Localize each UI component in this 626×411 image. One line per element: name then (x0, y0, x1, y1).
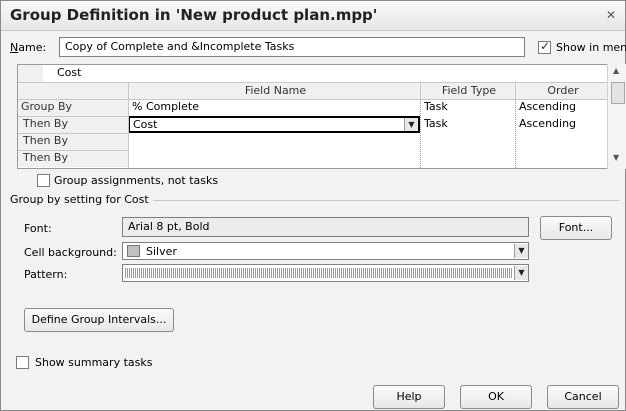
close-icon[interactable]: ✕ (603, 8, 619, 22)
show-summary-label: Show summary tasks (35, 356, 153, 369)
group-by-grid: Cost Field Name Field Type Order Group B… (17, 64, 626, 169)
scroll-down-icon[interactable]: ▼ (613, 153, 619, 162)
row-label-then-by-3: Then By (18, 150, 128, 167)
ok-button[interactable]: OK (460, 385, 532, 409)
chevron-down-icon[interactable]: ▼ (514, 244, 528, 258)
grid-cell-type-2[interactable]: Task (421, 116, 514, 133)
group-by-setting-heading: Group by setting for Cost (10, 193, 149, 206)
font-value-field: Arial 8 pt, Bold (122, 217, 529, 237)
name-input[interactable]: Copy of Complete and &Incomplete Tasks (59, 37, 525, 57)
grid-cell-field-2[interactable]: Cost ▼ (128, 116, 420, 133)
title-bar: Group Definition in 'New product plan.mp… (1, 1, 625, 31)
row-label-then-by-2: Then By (18, 133, 128, 150)
grid-cell-field-4[interactable] (129, 150, 419, 167)
grid-header-order: Order (515, 83, 608, 99)
row-label-then-by-1: Then By (18, 116, 128, 133)
show-in-menu-label: Show in menu (556, 41, 626, 54)
grid-cell-field-3[interactable] (129, 133, 419, 150)
scroll-thumb[interactable] (611, 82, 625, 104)
grid-cell-order-3[interactable] (516, 133, 608, 150)
group-assignments-checkbox[interactable] (37, 174, 50, 187)
chevron-down-icon[interactable]: ▼ (404, 118, 418, 131)
grid-cell-field-2-value: Cost (133, 118, 158, 131)
define-group-intervals-button[interactable]: Define Group Intervals... (24, 308, 174, 332)
chevron-down-icon[interactable]: ▼ (514, 266, 528, 280)
grid-header-corner (18, 83, 128, 99)
grid-header-field-type: Field Type (420, 83, 515, 99)
show-in-menu-checkbox[interactable] (538, 39, 551, 54)
group-assignments-label: Group assignments, not tasks (54, 174, 219, 187)
grid-cell-type-4[interactable] (421, 150, 514, 167)
group-definition-dialog: Group Definition in 'New product plan.mp… (0, 0, 626, 411)
font-label: Font: (24, 222, 52, 235)
scroll-up-icon[interactable]: ▲ (613, 66, 619, 75)
cell-background-value: Silver (146, 245, 177, 258)
grid-cell-type-3[interactable] (421, 133, 514, 150)
grid-cell-type-1[interactable]: Task (421, 99, 514, 116)
grid-edit-bar[interactable]: Cost (54, 65, 614, 82)
grid-cell-order-1[interactable]: Ascending (516, 99, 608, 116)
show-summary-checkbox[interactable] (16, 356, 29, 369)
pattern-swatch (125, 268, 512, 278)
grid-edit-bar-spacer (18, 65, 43, 82)
pattern-select[interactable]: ▼ (122, 264, 529, 282)
grid-header-field-name: Field Name (128, 83, 420, 99)
grid-cell-field-1[interactable]: % Complete (129, 99, 419, 116)
help-button[interactable]: Help (373, 385, 445, 409)
dialog-title: Group Definition in 'New product plan.mp… (10, 6, 378, 24)
section-divider (153, 200, 619, 201)
row-label-group-by: Group By (18, 99, 128, 116)
grid-cell-order-2[interactable]: Ascending (516, 116, 608, 133)
name-label: Name: (10, 41, 47, 54)
pattern-label: Pattern: (24, 268, 68, 281)
grid-cell-order-4[interactable] (516, 150, 608, 167)
cell-background-select[interactable]: Silver ▼ (122, 242, 529, 260)
cell-background-label: Cell background: (24, 246, 117, 259)
cancel-button[interactable]: Cancel (547, 385, 619, 409)
font-button[interactable]: Font... (540, 216, 612, 240)
silver-swatch (127, 245, 140, 257)
grid-scrollbar[interactable]: ▲ ▼ (607, 64, 626, 169)
